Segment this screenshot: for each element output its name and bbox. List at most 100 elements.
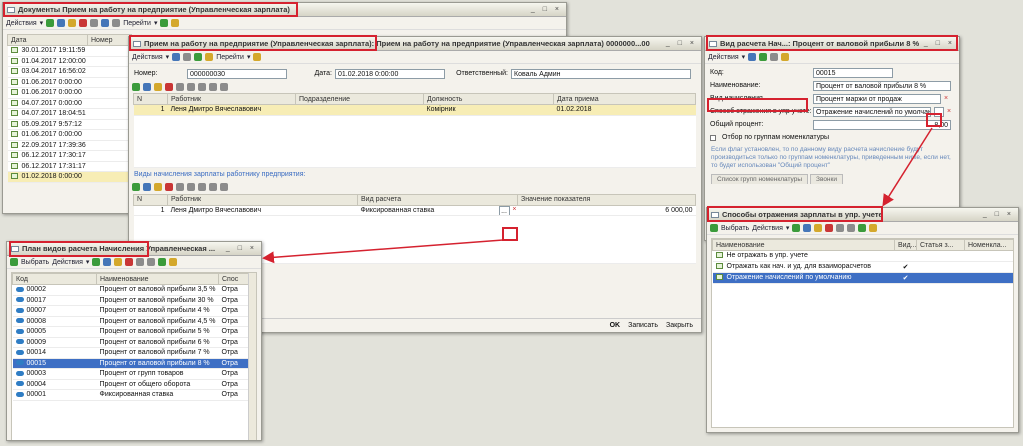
vertical-scrollbar[interactable] <box>248 273 256 440</box>
refresh-icon[interactable] <box>858 224 867 232</box>
sort-asc-icon[interactable] <box>209 82 217 91</box>
table-row[interactable]: 01.04.2017 12:00:00 <box>7 56 132 67</box>
help-icon[interactable] <box>253 53 262 61</box>
column-header-name[interactable]: Наименование <box>712 239 895 251</box>
code-field[interactable]: 00015 <box>813 67 893 78</box>
goto-menu[interactable]: Перейти <box>216 54 244 61</box>
responsible-field[interactable]: Коваль Админ <box>511 68 691 79</box>
date-field[interactable]: 01.02.2018 0:00:00 <box>335 68 445 79</box>
refresh-icon[interactable] <box>160 19 169 27</box>
delete-icon[interactable] <box>125 258 134 266</box>
percent-field[interactable]: 8,00 <box>813 119 951 130</box>
sort-desc-icon[interactable] <box>220 82 228 91</box>
table-row[interactable]: 00008 Процент от валовой прибыли 4,5 % Отр… <box>12 316 251 327</box>
edit-icon[interactable] <box>114 258 123 266</box>
delete-row-icon[interactable] <box>165 183 173 191</box>
add-icon[interactable] <box>46 19 55 27</box>
table-row[interactable]: 01.06.2017 0:00:00 <box>7 129 132 141</box>
select-button[interactable]: Выбрать <box>721 225 749 232</box>
table-row[interactable]: Не отражать в упр. учете <box>712 250 1013 262</box>
copy-icon[interactable] <box>103 258 112 266</box>
column-header-indicator-value[interactable]: Значение показателя <box>517 193 696 206</box>
method-select-button[interactable]: ... <box>934 106 944 117</box>
ok-button[interactable]: OK <box>610 322 621 329</box>
table-row[interactable]: 04.07.2017 0:00:00 <box>7 98 132 109</box>
help-icon[interactable] <box>171 19 180 27</box>
copy-icon[interactable] <box>57 19 66 27</box>
table-row[interactable]: 00001 Фиксированная ставка Отра <box>12 389 251 401</box>
hire-document-titlebar[interactable]: Прием на работу на предприятие (Управлен… <box>129 37 701 51</box>
delete-icon[interactable] <box>79 19 88 27</box>
table-row[interactable]: 00017 Процент от валовой прибыли 30 % Отра <box>12 295 251 306</box>
table-row[interactable]: 00014 Процент от валовой прибыли 7 % Отра <box>12 347 251 359</box>
post-icon[interactable] <box>183 53 192 61</box>
name-field[interactable]: Процент от валовой прибыли 8 % <box>813 80 951 91</box>
add-row-icon[interactable] <box>132 183 140 191</box>
table-row[interactable]: 30.01.2017 19:11:59 <box>7 45 132 57</box>
filter-icon[interactable] <box>101 19 110 27</box>
print-icon[interactable] <box>205 53 214 61</box>
refresh-icon[interactable] <box>158 258 167 266</box>
add-icon[interactable] <box>792 224 801 232</box>
list-icon[interactable] <box>770 53 779 61</box>
table-row[interactable]: 06.12.2017 17:30:17 <box>7 150 132 162</box>
column-header-cost-item[interactable]: Статья з... <box>916 239 965 251</box>
goto-menu[interactable]: Перейти <box>123 20 151 27</box>
sort-desc-icon[interactable] <box>220 183 228 191</box>
copy-icon[interactable] <box>803 224 812 232</box>
column-header-date[interactable]: Дата <box>7 34 88 46</box>
table-row[interactable]: 04.07.2017 18:04:51 <box>7 108 132 120</box>
window-controls[interactable]: _ □ × <box>226 245 257 252</box>
clear-icon[interactable]: × <box>944 95 948 102</box>
calc-type-select-button[interactable]: ... <box>498 205 510 215</box>
number-field[interactable]: 000000030 <box>187 68 287 79</box>
move-up-icon[interactable] <box>187 183 195 191</box>
help-icon[interactable] <box>169 258 178 266</box>
table-row[interactable]: 06.12.2017 17:31:17 <box>7 161 132 172</box>
end-edit-icon[interactable] <box>176 82 184 91</box>
move-down-icon[interactable] <box>198 183 206 191</box>
table-row[interactable]: 03.04.2017 16:56:02 <box>7 66 132 78</box>
filter-icon[interactable] <box>836 224 845 232</box>
sort-icon[interactable] <box>112 19 121 27</box>
help-icon[interactable] <box>869 224 878 232</box>
window-controls[interactable]: _ □ × <box>983 211 1014 218</box>
add-row-icon[interactable] <box>132 82 140 91</box>
delete-icon[interactable] <box>825 224 834 232</box>
cell-calc-type[interactable]: Фиксированная ставка... × <box>357 205 518 216</box>
table-row[interactable]: 1 Леня Дмитро Вячеславович Комірник 01.0… <box>133 104 696 116</box>
copy-row-icon[interactable] <box>143 82 151 91</box>
sort-asc-icon[interactable] <box>209 183 217 191</box>
actions-menu[interactable]: Действия <box>752 225 783 232</box>
table-row[interactable]: 00009 Процент от валовой прибыли 6 % Отра <box>12 337 251 348</box>
column-header-employee[interactable]: Работник <box>167 193 358 206</box>
kind-field[interactable]: Процент маржи от продаж <box>813 93 941 104</box>
table-row[interactable]: 22.09.2017 17:39:36 <box>7 140 132 151</box>
window-controls[interactable]: _ □ × <box>924 40 955 47</box>
column-header-calc-type[interactable]: Вид расчета <box>357 193 518 206</box>
actions-menu[interactable]: Действия <box>708 54 739 61</box>
column-header-department[interactable]: Подразделение <box>295 93 424 105</box>
move-up-icon[interactable] <box>187 82 195 91</box>
filter-icon[interactable] <box>136 258 145 266</box>
structure-icon[interactable] <box>194 53 203 61</box>
column-header-code[interactable]: Код <box>12 273 97 285</box>
tab-calls[interactable]: Звонки <box>810 174 844 184</box>
table-row[interactable]: 01.02.2018 0:00:00 <box>7 171 132 183</box>
table-row[interactable]: 01.06.2017 0:00:00 <box>7 87 132 99</box>
save-icon[interactable] <box>172 53 181 61</box>
table-row[interactable]: 00007 Процент от валовой прибыли 4 % Отра <box>12 305 251 317</box>
window-controls[interactable]: _ □ × <box>666 40 697 47</box>
table-row[interactable]: 00002 Процент от валовой прибыли 3,5 % Отр… <box>12 284 251 296</box>
method-field[interactable]: Отражение начислений по умолчан <box>813 106 931 117</box>
actions-menu[interactable]: Действия <box>6 20 37 27</box>
table-row[interactable]: 00005 Процент от валовой прибыли 5 % Отра <box>12 326 251 338</box>
save-icon[interactable] <box>748 53 757 61</box>
calc-type-titlebar[interactable]: Вид расчета Нач...: Процент от валовой п… <box>705 37 959 51</box>
end-edit-icon[interactable] <box>176 183 184 191</box>
select-icon[interactable] <box>10 258 18 266</box>
post-icon[interactable] <box>90 19 99 27</box>
table-row[interactable]: 05.09.2017 9:57:12 <box>7 119 132 130</box>
column-header-number[interactable]: Номер <box>87 34 132 46</box>
table-row[interactable]: 00004 Процент от общего оборота Отра <box>12 379 251 390</box>
